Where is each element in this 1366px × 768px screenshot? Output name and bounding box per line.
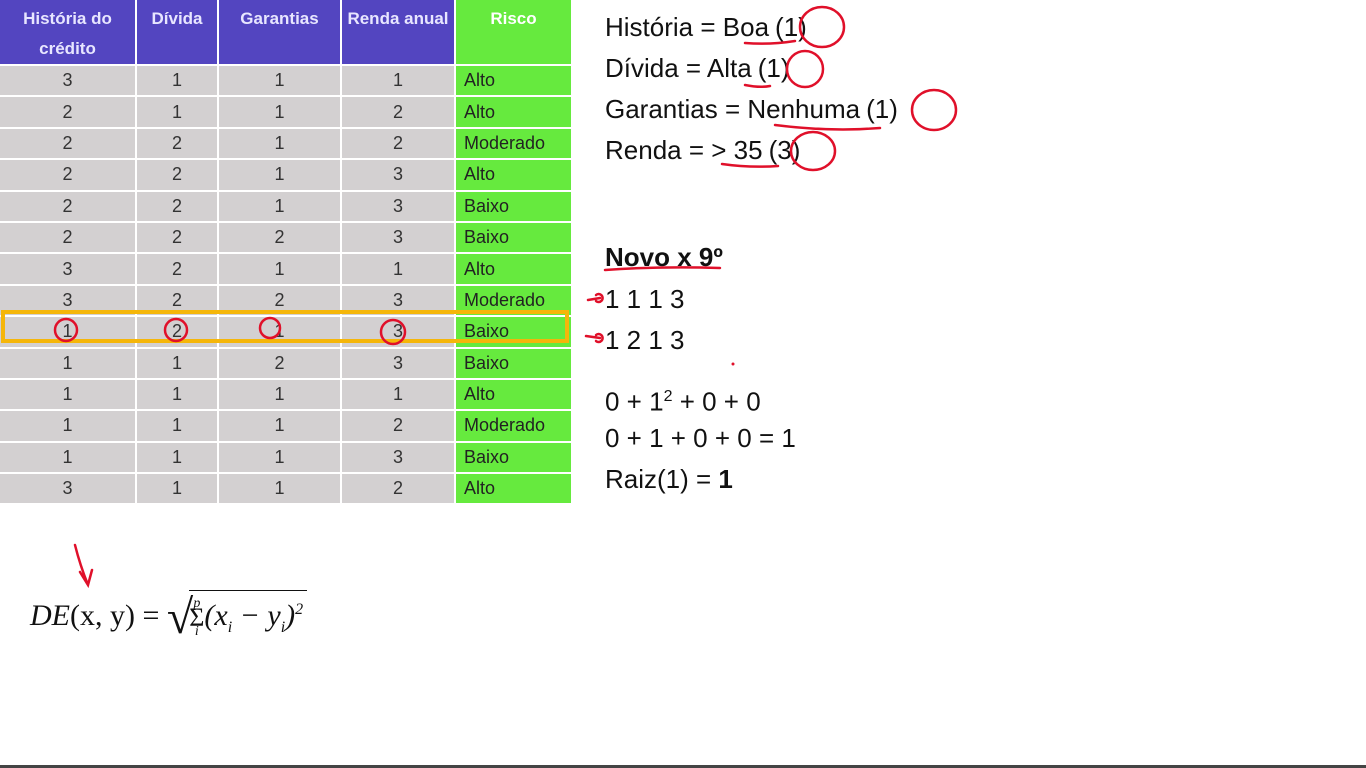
red-annotations: [53, 5, 958, 589]
